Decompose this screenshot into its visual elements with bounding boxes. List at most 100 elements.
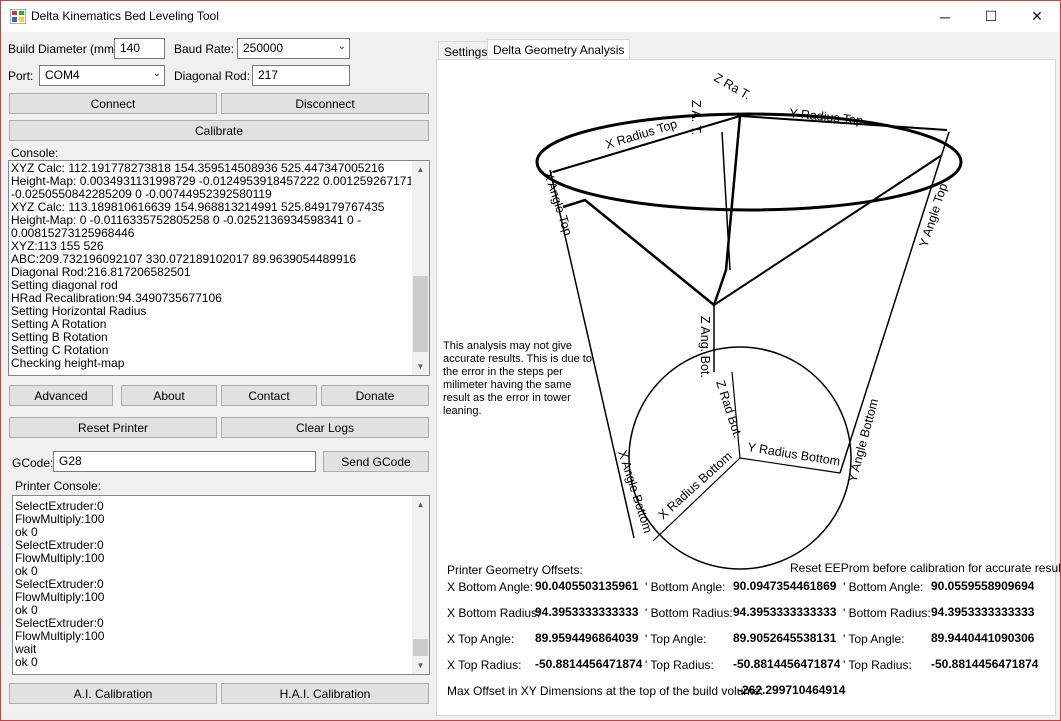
- console-line: Setting Horizontal Radius: [11, 305, 147, 318]
- scroll-down-icon[interactable]: ▼: [412, 657, 429, 674]
- about-button[interactable]: About: [121, 385, 217, 406]
- offset-label: ' Bottom Radius:: [843, 606, 931, 620]
- console-label: Console:: [11, 146, 59, 160]
- offset-label: X Top Radius:: [447, 658, 522, 672]
- reset-eeprom-note: Reset EEProm before calibration for accu…: [790, 561, 1061, 575]
- title-bar: Delta Kinematics Bed Leveling Tool ─ ☐ ✕: [1, 1, 1060, 32]
- tab-delta-geometry-analysis[interactable]: Delta Geometry Analysis: [487, 39, 631, 61]
- printer-console-line: FlowMultiply:100: [15, 630, 105, 643]
- printer-console-scrollbar[interactable]: ▲ ▼: [412, 496, 429, 674]
- gcode-input[interactable]: G28: [53, 451, 316, 472]
- delta-geometry-panel: Z A. T. Z Ra T. Y Radius Top X Radius To…: [436, 59, 1061, 716]
- console-line: Height-Map: 0.0034931131998729 -0.012495…: [11, 175, 411, 188]
- offset-label: ' Bottom Angle:: [645, 580, 726, 594]
- scroll-up-icon[interactable]: ▲: [412, 496, 429, 513]
- z-ra-t-label: Z Ra T.: [712, 70, 754, 102]
- z-rad-bot-label: Z Rad Bot.: [713, 379, 745, 440]
- offset-value: 90.0559558909694: [931, 579, 1035, 593]
- offset-label: ' Top Radius:: [843, 658, 912, 672]
- tab-settings[interactable]: Settings: [438, 41, 494, 61]
- printer-console-line: ok 0: [15, 526, 38, 539]
- console-line: Height-Map: 0 -0.0116335752805258 0 -0.0…: [11, 214, 362, 227]
- console-line: XYZ Calc: 113.189810616639 154.968813214…: [11, 201, 385, 214]
- port-select[interactable]: COM4 ⌄: [39, 65, 165, 86]
- baud-rate-select[interactable]: 250000 ⌄: [237, 38, 350, 59]
- offset-value: 89.9052645538131: [733, 631, 837, 645]
- z-at-label: Z A. T.: [689, 100, 703, 135]
- gcode-label: GCode:: [12, 456, 54, 470]
- build-diameter-label: Build Diameter (mm):: [8, 42, 122, 56]
- calibrate-button[interactable]: Calibrate: [9, 120, 429, 141]
- offset-value: -50.8814456471874: [931, 657, 1039, 671]
- y-radius-top-label: Y Radius Top: [789, 106, 864, 128]
- printer-console-line: ok 0: [15, 604, 38, 617]
- chevron-down-icon: ⌄: [337, 41, 346, 52]
- connect-button[interactable]: Connect: [9, 93, 217, 114]
- minimize-button[interactable]: ─: [922, 1, 968, 32]
- minimize-icon: ─: [940, 8, 950, 25]
- max-offset-label: Max Offset in XY Dimensions at the top o…: [447, 684, 764, 698]
- port-label: Port:: [8, 69, 34, 83]
- offset-label: ' Top Angle:: [645, 632, 707, 646]
- printer-console-log[interactable]: SelectExtruder:0 FlowMultiply:100 ok 0 Sele…: [12, 495, 430, 675]
- printer-console-line: FlowMultiply:100: [15, 552, 105, 565]
- printer-console-line: SelectExtruder:0: [15, 578, 104, 591]
- scroll-up-icon[interactable]: ▲: [412, 161, 429, 178]
- y-tower-line: [839, 131, 950, 474]
- window-title: Delta Kinematics Bed Leveling Tool: [31, 9, 219, 23]
- scroll-down-icon[interactable]: ▼: [412, 358, 429, 375]
- note-line: milimeter having the same: [443, 379, 572, 391]
- y-angle-top-line: [713, 154, 943, 306]
- scroll-thumb[interactable]: [413, 276, 428, 352]
- offsets-header: Printer Geometry Offsets:: [447, 563, 583, 577]
- x-radius-top-label: X Radius Top: [604, 117, 679, 152]
- reset-printer-button[interactable]: Reset Printer: [9, 417, 217, 438]
- console-line: -0.0250550842285209 0 -0.007449523925801…: [11, 188, 272, 201]
- console-scrollbar[interactable]: ▲ ▼: [412, 161, 429, 375]
- offset-value: 89.9440441090306: [931, 631, 1035, 645]
- console-line: Checking height-map: [11, 357, 125, 370]
- note-line: This analysis may not give: [443, 340, 572, 352]
- offset-label: ' Bottom Angle:: [843, 580, 924, 594]
- note-line: leaning.: [443, 405, 482, 417]
- offset-value: 90.0405503135961: [535, 579, 639, 593]
- send-gcode-button[interactable]: Send GCode: [323, 451, 429, 472]
- offset-label: ' Top Angle:: [843, 632, 905, 646]
- close-icon: ✕: [1031, 8, 1043, 24]
- console-line: HRad Recalibration:94.3490735677106: [11, 292, 222, 305]
- offset-label: ' Bottom Radius:: [645, 606, 733, 620]
- disconnect-button[interactable]: Disconnect: [221, 93, 429, 114]
- diagonal-rod-input[interactable]: 217: [252, 65, 350, 86]
- advanced-button[interactable]: Advanced: [9, 385, 113, 406]
- offset-value: -50.8814456471874: [535, 657, 643, 671]
- analysis-note: This analysis may not give accurate resu…: [443, 340, 592, 418]
- donate-button[interactable]: Donate: [321, 385, 429, 406]
- app-icon: [10, 9, 26, 24]
- chevron-down-icon: ⌄: [152, 68, 161, 79]
- x-angle-top-label: X Angle Top: [541, 170, 575, 238]
- maximize-button[interactable]: ☐: [968, 1, 1014, 32]
- printer-console-line: FlowMultiply:100: [15, 591, 105, 604]
- baud-rate-label: Baud Rate:: [174, 42, 235, 56]
- console-line: XYZ:113 155 526: [11, 240, 104, 253]
- diagonal-rod-label: Diagonal Rod:: [174, 69, 251, 83]
- printer-console-label: Printer Console:: [15, 479, 102, 493]
- printer-console-line: wait: [15, 643, 37, 656]
- console-line: 0.00815273125968446: [11, 227, 135, 240]
- scroll-thumb[interactable]: [413, 639, 428, 656]
- console-log[interactable]: XYZ Calc: 112.191778273818 154.359514508…: [8, 160, 430, 376]
- offset-value: -50.8814456471874: [733, 657, 841, 671]
- build-diameter-input[interactable]: 140: [114, 38, 165, 59]
- contact-button[interactable]: Contact: [221, 385, 317, 406]
- hai-calibration-button[interactable]: H.A.I. Calibration: [221, 683, 429, 704]
- maximize-icon: ☐: [984, 8, 998, 24]
- printer-console-line: ok 0: [15, 656, 38, 669]
- ai-calibration-button[interactable]: A.I. Calibration: [9, 683, 217, 704]
- clear-logs-button[interactable]: Clear Logs: [221, 417, 429, 438]
- offset-value: 90.0947354461869: [733, 579, 837, 593]
- close-button[interactable]: ✕: [1014, 1, 1060, 32]
- console-lines: XYZ Calc: 112.191778273818 154.359514508…: [11, 162, 411, 370]
- console-line: ABC:209.732196092107 330.072189102017 89…: [11, 253, 356, 266]
- port-value: COM4: [45, 68, 80, 82]
- baud-rate-value: 250000: [243, 41, 284, 55]
